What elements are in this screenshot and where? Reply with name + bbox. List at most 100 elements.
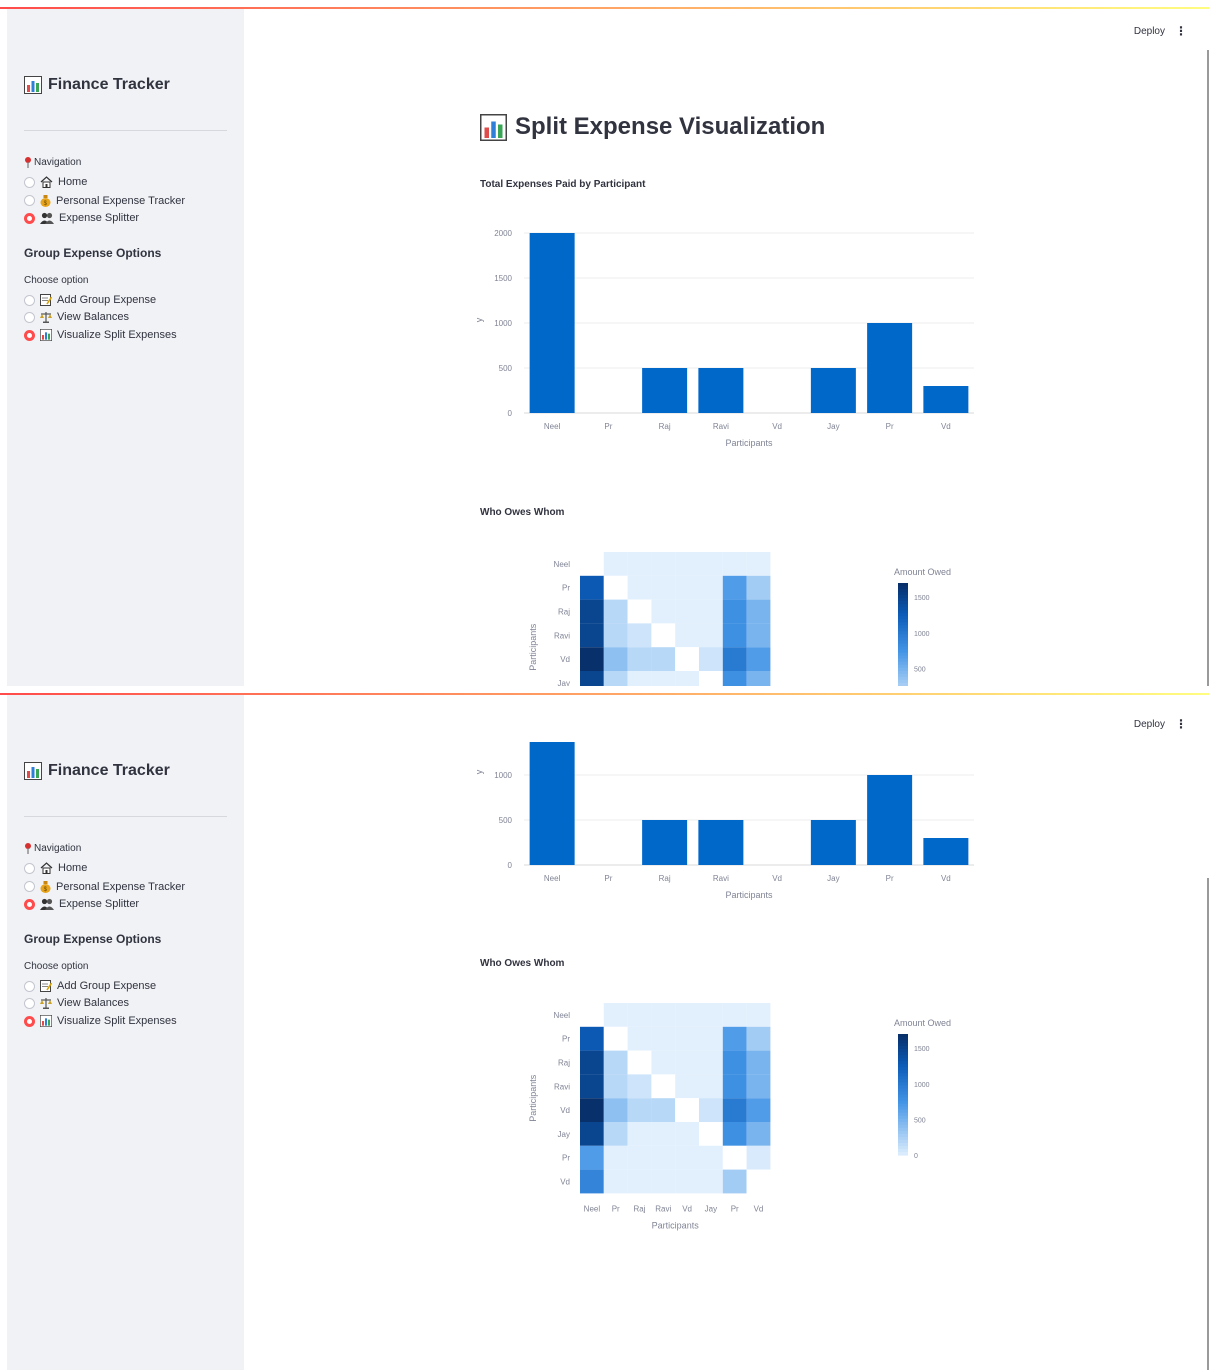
row-label: Neel — [554, 1011, 571, 1020]
heatmap-cell — [722, 1122, 747, 1146]
heatmap-cell — [627, 552, 652, 576]
heatmap-cell — [603, 1026, 628, 1051]
frame-separator — [0, 686, 1209, 693]
heatmap-cell — [651, 575, 676, 600]
heatmap-cell — [699, 1074, 723, 1099]
heatmap-cell — [675, 552, 699, 576]
heatmap-cell — [603, 1050, 628, 1075]
app-window-bottom: Finance Tracker Navigation Home $ Person… — [0, 693, 1209, 1370]
heatmap-cell — [651, 599, 676, 624]
heatmap-cell — [675, 1026, 699, 1051]
colorbar-tick-label: 0 — [914, 1153, 918, 1160]
row-label: Raj — [558, 608, 570, 617]
col-label: Pr — [612, 1204, 620, 1213]
heatmap-cell — [746, 1098, 771, 1122]
heatmap-cell — [627, 1003, 652, 1027]
colorbar-tick-label: 1500 — [914, 595, 930, 602]
heatmap-cell — [675, 671, 699, 686]
heatmap-cell — [675, 1169, 699, 1194]
heatmap-cell — [746, 1026, 771, 1051]
heatmap-cell — [699, 599, 723, 624]
heatmap-cell — [699, 623, 723, 648]
heatmap-cell — [722, 1003, 747, 1027]
heatmap-cell — [603, 1169, 628, 1194]
heatmap-cell — [675, 1122, 699, 1146]
heatmap-cell — [675, 647, 699, 671]
heatmap-cell — [627, 1098, 652, 1122]
col-label: Vd — [682, 1204, 692, 1213]
heatmap-cell — [746, 575, 771, 600]
heatmap-cell — [722, 671, 747, 686]
heatmap-cell — [746, 1169, 771, 1194]
heatmap-cell — [699, 1050, 723, 1075]
heatmap-cell — [627, 623, 652, 648]
heatmap-cell — [627, 575, 652, 600]
heatmap-cells — [580, 1003, 771, 1194]
col-label: Jay — [705, 1204, 717, 1213]
heatmap-cell — [675, 1098, 699, 1122]
row-label: Vd — [560, 655, 570, 664]
heatmap-cell — [580, 1122, 604, 1146]
heatmap-cell — [746, 623, 771, 648]
heatmap-cell — [603, 647, 628, 671]
heatmap-cell — [722, 1026, 747, 1051]
app-window-top: Finance Tracker Navigation Home $ Person… — [0, 0, 1209, 686]
heatmap-cell — [722, 1169, 747, 1194]
heatmap-cell — [580, 647, 604, 671]
heatmap-cell — [746, 1050, 771, 1075]
heatmap-cell — [651, 1169, 676, 1194]
heatmap-cell — [699, 1122, 723, 1146]
row-label: Ravi — [554, 1082, 570, 1091]
heatmap-cell — [746, 1074, 771, 1099]
colorbar-segment — [898, 1151, 908, 1156]
y-axis-label: Participants — [528, 623, 538, 671]
heatmap-cell — [580, 671, 604, 686]
heatmap-cell — [627, 671, 652, 686]
heatmap-cell — [746, 647, 771, 671]
row-label: Neel — [554, 560, 571, 569]
heatmap-cell — [699, 575, 723, 600]
heatmap-cell — [699, 647, 723, 671]
colorbar-tick-label: 1500 — [914, 1046, 930, 1053]
heatmap-cell — [651, 1098, 676, 1122]
heatmap-cell — [699, 671, 723, 686]
row-label: Vd — [560, 1106, 570, 1115]
heatmap-cell — [722, 1074, 747, 1099]
heatmap-cells — [580, 552, 771, 686]
colorbar-title: Amount Owed — [894, 1018, 951, 1028]
heatmap-cell — [580, 1169, 604, 1194]
heatmap-cell — [627, 1145, 652, 1170]
heatmap-cell — [603, 1003, 628, 1027]
heatmap-cell — [675, 599, 699, 624]
row-label: Jay — [558, 679, 570, 686]
heatmap-cell — [603, 1098, 628, 1122]
row-label: Pr — [562, 1154, 570, 1163]
heatmap-cell — [746, 599, 771, 624]
colorbar-tick-label: 500 — [914, 666, 926, 673]
heatmap-cell — [651, 1122, 676, 1146]
heatmap-cell — [722, 599, 747, 624]
heatmap-cell — [675, 623, 699, 648]
heatmap-cell — [603, 1145, 628, 1170]
colorbar-tick-label: 500 — [914, 1117, 926, 1124]
heatmap-cell — [675, 1003, 699, 1027]
heatmap-cell — [675, 1074, 699, 1099]
heatmap-cell — [603, 671, 628, 686]
who-owes-whom-heatmap: Neel Pr Raj Ravi Vd Jay Pr Vd Neel Pr Raj Ravi Vd Jay… — [528, 1003, 951, 1230]
heatmap-cell — [627, 647, 652, 671]
heatmap-cell — [580, 599, 604, 624]
heatmap-cell — [675, 575, 699, 600]
heatmap-cell — [699, 1098, 723, 1122]
row-label: Pr — [562, 1035, 570, 1044]
heatmap-cell — [746, 552, 771, 576]
col-label: Raj — [633, 1204, 645, 1213]
heatmap-cell — [699, 1003, 723, 1027]
x-axis-label: Participants — [652, 1220, 700, 1230]
heatmap-cell — [651, 1074, 676, 1099]
heatmap-cell — [627, 1026, 652, 1051]
heatmap-cell — [580, 1026, 604, 1051]
heatmap-cell — [627, 599, 652, 624]
row-label: Jay — [558, 1130, 570, 1139]
colorbar-tick-label: 1000 — [914, 1082, 930, 1089]
heatmap-cell — [699, 1145, 723, 1170]
